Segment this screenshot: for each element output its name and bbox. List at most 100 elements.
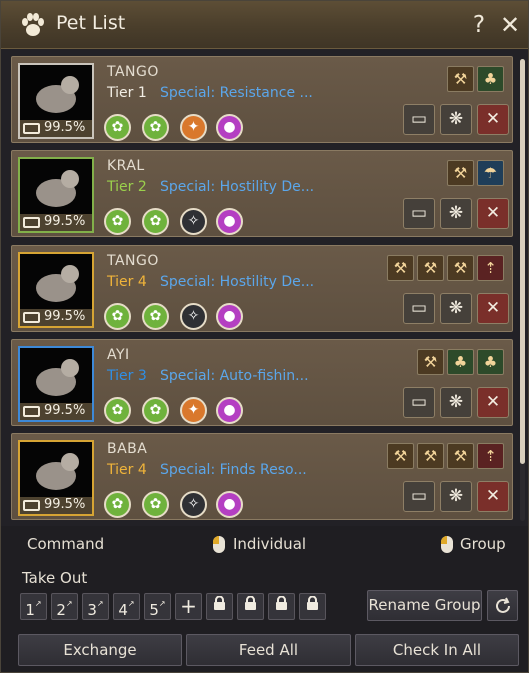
pet-portrait[interactable]: 99.5% bbox=[18, 346, 94, 422]
food-bowl-icon bbox=[23, 123, 40, 134]
window-title: Pet List bbox=[56, 12, 126, 34]
talent-icon[interactable]: ⚒ bbox=[417, 443, 444, 469]
feed-bowl-icon[interactable]: ▭ bbox=[403, 293, 435, 324]
locked-slot-lock-icon[interactable] bbox=[299, 593, 326, 620]
talent-icon[interactable]: ♣ bbox=[447, 349, 474, 375]
paw-command-icon[interactable]: ❋ bbox=[440, 387, 472, 418]
paw-command-icon[interactable]: ❋ bbox=[440, 104, 472, 135]
add-group-button[interactable]: + bbox=[175, 593, 202, 620]
refresh-icon[interactable] bbox=[487, 590, 518, 621]
skill-purple-icon[interactable]: ● bbox=[216, 208, 243, 235]
hunger-bar: 99.5% bbox=[20, 214, 92, 231]
talent-icon[interactable]: ⇡ bbox=[477, 255, 504, 281]
scrollbar-thumb[interactable] bbox=[520, 59, 525, 464]
scrollbar[interactable] bbox=[520, 59, 525, 521]
group-slot-2[interactable]: 2↗ bbox=[51, 593, 78, 620]
talent-icon[interactable]: ⚒ bbox=[447, 66, 474, 92]
pet-image bbox=[36, 170, 79, 207]
pet-image bbox=[36, 265, 79, 302]
paw-command-icon[interactable]: ❋ bbox=[440, 293, 472, 324]
skill-green-icon[interactable]: ✿ bbox=[104, 491, 131, 518]
individual-command[interactable]: Individual bbox=[233, 535, 306, 553]
pet-portrait[interactable]: 99.5% bbox=[18, 440, 94, 516]
skill-green-icon[interactable]: ✿ bbox=[142, 114, 169, 141]
hunger-value: 99.5% bbox=[44, 497, 86, 512]
feed-bowl-icon[interactable]: ▭ bbox=[403, 387, 435, 418]
skill-purple-icon[interactable]: ● bbox=[216, 491, 243, 518]
seal-box-icon[interactable]: ✕ bbox=[477, 293, 509, 324]
feed-all-button[interactable]: Feed All bbox=[186, 634, 351, 666]
paw-icon bbox=[18, 10, 48, 40]
command-label: Command bbox=[27, 535, 105, 553]
pet-special: Special: Finds Reso... bbox=[160, 462, 307, 478]
pet-card[interactable]: 99.5% TANGO Tier 4 Special: Hostility De...… bbox=[11, 245, 513, 332]
skill-green-icon[interactable]: ✿ bbox=[142, 303, 169, 330]
skill-green-icon[interactable]: ✿ bbox=[142, 491, 169, 518]
skill-green-icon[interactable]: ✿ bbox=[104, 303, 131, 330]
skill-green-icon[interactable]: ✿ bbox=[104, 114, 131, 141]
talent-icon[interactable]: ⚒ bbox=[447, 443, 474, 469]
seal-box-icon[interactable]: ✕ bbox=[477, 481, 509, 512]
pet-portrait[interactable]: 99.5% bbox=[18, 63, 94, 139]
skill-purple-icon[interactable]: ● bbox=[216, 303, 243, 330]
seal-box-icon[interactable]: ✕ bbox=[477, 104, 509, 135]
skill-green-icon[interactable]: ✿ bbox=[104, 397, 131, 424]
pet-special: Special: Hostility De... bbox=[160, 274, 315, 290]
talent-icon[interactable]: ♣ bbox=[477, 349, 504, 375]
pet-image bbox=[36, 453, 79, 490]
talent-icon[interactable]: ⚒ bbox=[447, 255, 474, 281]
rename-group-button[interactable]: Rename Group bbox=[367, 590, 482, 621]
help-button[interactable]: ? bbox=[467, 11, 491, 39]
pet-special: Special: Auto-fishin... bbox=[160, 368, 309, 384]
talent-icon[interactable]: ♣ bbox=[477, 66, 504, 92]
title-bar[interactable]: Pet List ? ✕ bbox=[1, 1, 528, 49]
hunger-value: 99.5% bbox=[44, 309, 86, 324]
pet-portrait[interactable]: 99.5% bbox=[18, 157, 94, 233]
talent-icon[interactable]: ⚒ bbox=[417, 349, 444, 375]
talent-icon[interactable]: ⚒ bbox=[417, 255, 444, 281]
skill-gray-icon[interactable]: ✧ bbox=[180, 303, 207, 330]
feed-bowl-icon[interactable]: ▭ bbox=[403, 104, 435, 135]
check-in-all-button[interactable]: Check In All bbox=[355, 634, 519, 666]
close-button[interactable]: ✕ bbox=[497, 11, 523, 39]
paw-command-icon[interactable]: ❋ bbox=[440, 481, 472, 512]
seal-box-icon[interactable]: ✕ bbox=[477, 387, 509, 418]
feed-bowl-icon[interactable]: ▭ bbox=[403, 198, 435, 229]
talent-icon[interactable]: ⚒ bbox=[387, 255, 414, 281]
group-slot-1[interactable]: 1↗ bbox=[20, 593, 47, 620]
locked-slot-lock-icon[interactable] bbox=[237, 593, 264, 620]
pet-card[interactable]: 99.5% KRAL Tier 2 Special: Hostility De... ✿… bbox=[11, 150, 513, 237]
group-command[interactable]: Group bbox=[460, 535, 506, 553]
pet-tier: Tier 3 bbox=[107, 368, 147, 384]
group-slot-4[interactable]: 4↗ bbox=[113, 593, 140, 620]
skill-green-icon[interactable]: ✿ bbox=[142, 397, 169, 424]
pet-card[interactable]: 99.5% BABA Tier 4 Special: Finds Reso... ✿ ✿ ✧… bbox=[11, 433, 513, 520]
talent-icon[interactable]: ⇡ bbox=[477, 443, 504, 469]
skill-gray-icon[interactable]: ✧ bbox=[180, 491, 207, 518]
group-slot-3[interactable]: 3↗ bbox=[82, 593, 109, 620]
pet-image bbox=[36, 76, 79, 113]
talent-icon[interactable]: ⚒ bbox=[387, 443, 414, 469]
exchange-button[interactable]: Exchange bbox=[18, 634, 182, 666]
group-slot-5[interactable]: 5↗ bbox=[144, 593, 171, 620]
skill-purple-icon[interactable]: ● bbox=[216, 114, 243, 141]
pet-name: BABA bbox=[107, 441, 148, 457]
skill-green-icon[interactable]: ✿ bbox=[142, 208, 169, 235]
pet-card[interactable]: 99.5% TANGO Tier 1 Special: Resistance ... ✿… bbox=[11, 56, 513, 143]
pet-card[interactable]: 99.5% AYI Tier 3 Special: Auto-fishin... ✿ ✿ ✦… bbox=[11, 339, 513, 426]
pet-portrait[interactable]: 99.5% bbox=[18, 252, 94, 328]
paw-command-icon[interactable]: ❋ bbox=[440, 198, 472, 229]
pet-name: KRAL bbox=[107, 158, 145, 174]
locked-slot-lock-icon[interactable] bbox=[206, 593, 233, 620]
skill-purple-icon[interactable]: ● bbox=[216, 397, 243, 424]
feed-bowl-icon[interactable]: ▭ bbox=[403, 481, 435, 512]
seal-box-icon[interactable]: ✕ bbox=[477, 198, 509, 229]
skill-gray-icon[interactable]: ✧ bbox=[180, 208, 207, 235]
locked-slot-lock-icon[interactable] bbox=[268, 593, 295, 620]
skill-orange-icon[interactable]: ✦ bbox=[180, 397, 207, 424]
pet-tier: Tier 4 bbox=[107, 462, 147, 478]
talent-icon[interactable]: ☂ bbox=[477, 160, 504, 186]
skill-green-icon[interactable]: ✿ bbox=[104, 208, 131, 235]
skill-orange-icon[interactable]: ✦ bbox=[180, 114, 207, 141]
talent-icon[interactable]: ⚒ bbox=[447, 160, 474, 186]
